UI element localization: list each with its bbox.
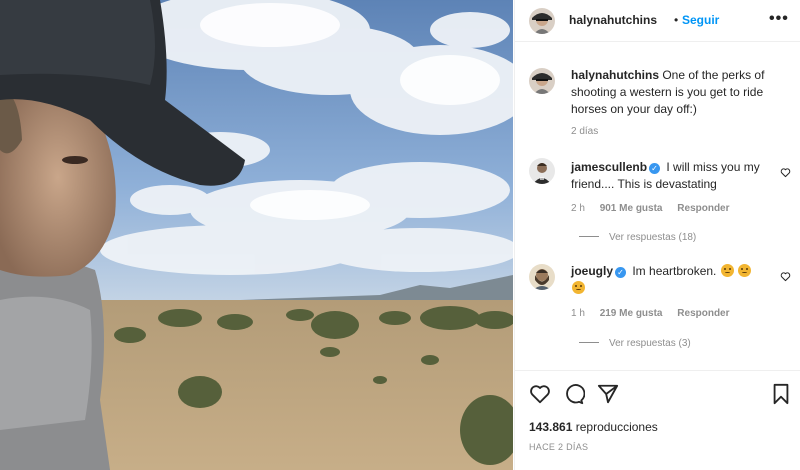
more-options-icon[interactable]: ••• xyxy=(769,10,789,28)
post-actions-bar: 143.861 reproducciones HACE 2 DÍAS xyxy=(515,370,800,470)
header-separator: • xyxy=(674,13,679,27)
view-replies-label[interactable]: Ver respuestas (18) xyxy=(609,232,696,243)
reply-button[interactable]: Responder xyxy=(677,308,729,319)
comment-like-heart-icon[interactable] xyxy=(780,167,791,178)
video-frame-image xyxy=(0,0,513,470)
comment-avatar[interactable] xyxy=(529,264,555,290)
comment-meta: 2 h 901 Me gusta Responder xyxy=(571,203,742,214)
view-replies-button[interactable]: Ver respuestas (18) xyxy=(579,232,696,243)
caption-username[interactable]: halynahutchins xyxy=(571,68,659,82)
heart-icon[interactable] xyxy=(529,383,551,405)
worried-face-emoji xyxy=(738,264,752,277)
comment-bubble-icon[interactable] xyxy=(563,383,585,405)
worried-face-emoji xyxy=(720,264,734,277)
replies-divider xyxy=(579,342,599,343)
comment-meta: 1 h 219 Me gusta Responder xyxy=(571,308,742,319)
comment-likes[interactable]: 219 Me gusta xyxy=(600,308,663,319)
author-username[interactable]: halynahutchins xyxy=(569,13,657,27)
comment-time[interactable]: 2 h xyxy=(571,203,585,214)
comment-body: joeugly ✓ Im heartbroken. xyxy=(571,263,771,297)
post-caption: halynahutchins One of the perks of shoot… xyxy=(571,67,789,118)
comment-time[interactable]: 1 h xyxy=(571,308,585,319)
view-replies-label[interactable]: Ver respuestas (3) xyxy=(609,338,691,349)
bookmark-icon[interactable] xyxy=(770,383,792,405)
view-count[interactable]: 143.861 reproducciones xyxy=(529,420,658,434)
verified-badge-icon: ✓ xyxy=(615,267,627,278)
replies-divider xyxy=(579,236,599,237)
comment-username[interactable]: joeugly xyxy=(571,264,613,278)
verified-badge-icon: ✓ xyxy=(649,163,661,174)
post-header: halynahutchins • Seguir ••• xyxy=(515,0,800,42)
comment-likes[interactable]: 901 Me gusta xyxy=(600,203,663,214)
view-count-label: reproducciones xyxy=(572,420,658,434)
reply-button[interactable]: Responder xyxy=(677,203,729,214)
view-count-number: 143.861 xyxy=(529,420,573,434)
post-timestamp[interactable]: HACE 2 DÍAS xyxy=(529,442,588,452)
comment-username[interactable]: jamescullenb xyxy=(571,160,647,174)
caption-timestamp[interactable]: 2 días xyxy=(571,126,598,137)
comment-like-heart-icon[interactable] xyxy=(780,271,791,282)
comment-body: jamescullenb ✓ I will miss you my friend.… xyxy=(571,159,771,193)
worried-face-emoji xyxy=(572,281,585,294)
view-replies-button[interactable]: Ver respuestas (3) xyxy=(579,338,691,349)
author-avatar[interactable] xyxy=(529,8,555,34)
post-video[interactable] xyxy=(0,0,513,470)
post-details-panel: halynahutchins • Seguir ••• halynahutchi… xyxy=(514,0,800,470)
paper-plane-icon[interactable] xyxy=(597,383,619,405)
comment-text: Im heartbroken. xyxy=(629,264,720,278)
caption-avatar[interactable] xyxy=(529,68,555,94)
follow-button[interactable]: Seguir xyxy=(682,13,719,27)
comment-avatar[interactable] xyxy=(529,158,555,184)
